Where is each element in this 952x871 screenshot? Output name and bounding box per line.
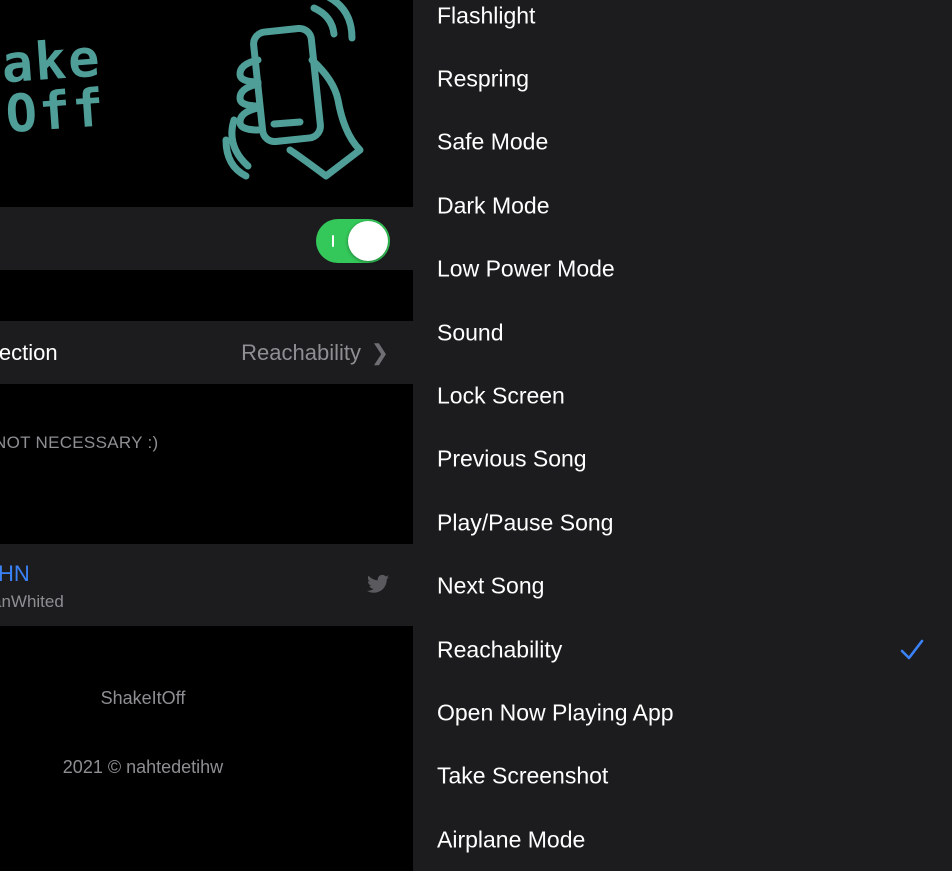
selection-value: Reachability <box>241 340 361 365</box>
option-label: Sound <box>437 319 504 345</box>
option-item[interactable]: Reachability <box>413 618 952 681</box>
option-item[interactable]: Next Song <box>413 555 952 618</box>
option-item[interactable]: Safe Mode <box>413 111 952 174</box>
option-item[interactable]: Flashlight <box>413 0 952 47</box>
option-label: Previous Song <box>437 445 587 472</box>
option-item[interactable]: Low Power Mode <box>413 238 952 301</box>
toggle-knob <box>348 221 388 261</box>
option-item[interactable]: Previous Song <box>413 428 952 491</box>
option-label: Respring <box>437 65 530 92</box>
option-item[interactable]: Sound <box>413 301 952 364</box>
twitter-row[interactable]: HN anWhited <box>0 544 413 626</box>
twitter-bird-icon <box>367 574 389 593</box>
chevron-right-icon: ❯ <box>370 340 389 365</box>
selection-label: lection <box>0 340 58 365</box>
twitter-handle: anWhited <box>0 592 64 611</box>
option-label: Dark Mode <box>437 192 550 219</box>
option-item[interactable]: Play/Pause Song <box>413 491 952 554</box>
option-label: Airplane Mode <box>437 826 586 853</box>
settings-pane: hake Off lection Reachability ❯ NOT NECE… <box>0 0 413 871</box>
app-logo-text: hake Off <box>0 29 108 146</box>
selection-row[interactable]: lection Reachability ❯ <box>0 321 413 384</box>
shaking-phone-icon <box>222 0 364 180</box>
toggle-on-indicator <box>332 235 334 247</box>
logo-line-2: Off <box>3 78 108 146</box>
option-label: Next Song <box>437 572 545 599</box>
header-banner: hake Off <box>0 0 413 207</box>
option-label: Take Screenshot <box>437 762 609 789</box>
app-name-credit: ShakeItOff <box>100 688 186 708</box>
option-label: Lock Screen <box>437 382 565 409</box>
developer-name: HN <box>0 561 30 586</box>
checkmark-icon <box>900 639 924 659</box>
option-item[interactable]: Lock Screen <box>413 364 952 427</box>
option-label: Flashlight <box>437 2 536 28</box>
option-item[interactable]: Dark Mode <box>413 174 952 237</box>
copyright-credit: 2021 © nahtedetihw <box>62 757 224 777</box>
option-label: Open Now Playing App <box>437 699 674 726</box>
option-label: Safe Mode <box>437 128 549 155</box>
option-item[interactable]: Airplane Mode <box>413 808 952 871</box>
option-label: Play/Pause Song <box>437 509 614 536</box>
option-item[interactable]: Respring <box>413 47 952 110</box>
option-item[interactable]: Open Now Playing App <box>413 681 952 744</box>
enable-row <box>0 207 413 270</box>
option-label: Reachability <box>437 636 563 662</box>
action-picker-list: Flashlight Respring Safe Mode Dark Mode Low … <box>413 0 952 871</box>
enable-toggle[interactable] <box>316 219 390 263</box>
section-footer-note: NOT NECESSARY :) <box>0 433 159 452</box>
option-label: Low Power Mode <box>437 255 615 282</box>
option-item[interactable]: Take Screenshot <box>413 745 952 808</box>
